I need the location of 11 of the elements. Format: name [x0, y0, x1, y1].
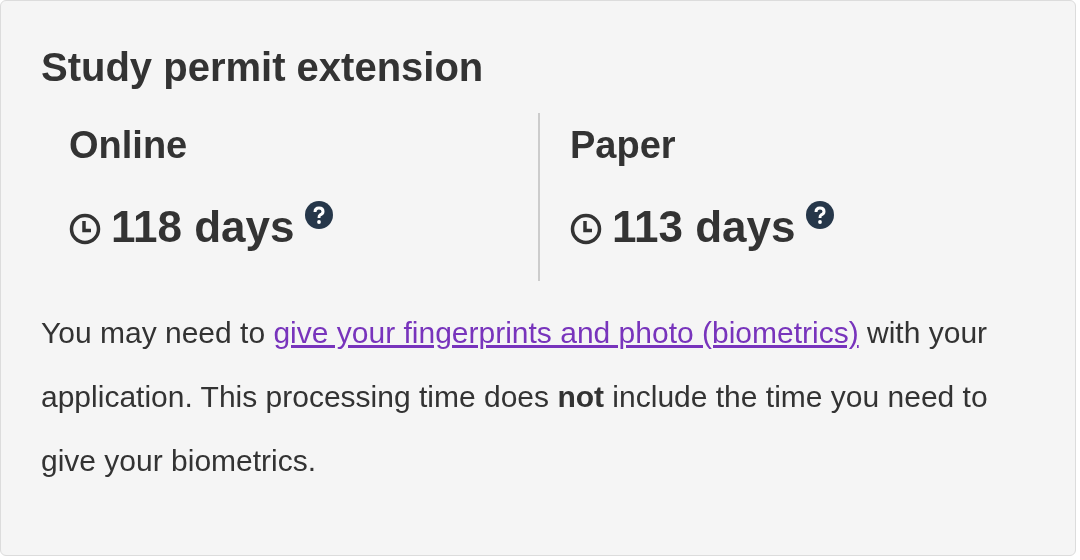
help-icon[interactable] — [805, 201, 834, 229]
method-label: Online — [69, 123, 189, 168]
processing-time: 118 days — [111, 201, 295, 253]
card-title: Study permit extension — [41, 44, 485, 91]
note-paragraph: You may need to give your fingerprints and photo (biometrics) with your application. This processing time does not include the time you need to give your biometrics. — [41, 315, 989, 479]
clock-icon — [570, 213, 602, 245]
method-label: Paper — [570, 123, 677, 168]
biometrics-link[interactable]: give your fingerprints and photo (biometrics) — [273, 316, 859, 349]
help-icon[interactable] — [304, 201, 333, 229]
processing-time: 113 days — [612, 201, 796, 253]
clock-icon — [69, 213, 101, 245]
